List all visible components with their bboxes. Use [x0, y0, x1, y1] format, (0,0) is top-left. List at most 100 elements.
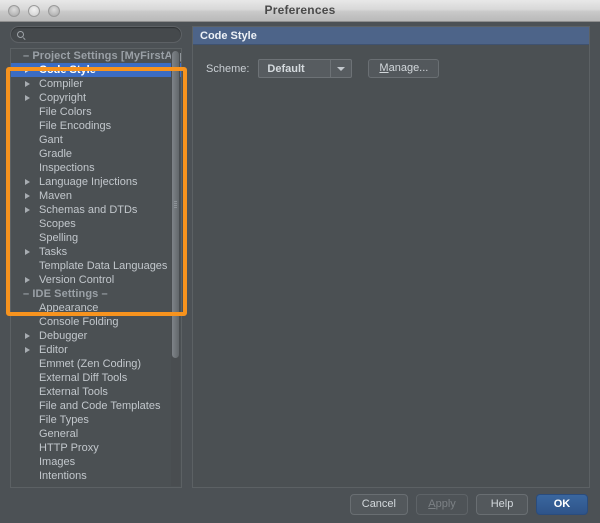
- sidebar-item-external-diff-tools[interactable]: External Diff Tools: [11, 371, 181, 385]
- sidebar-item-label: Editor: [39, 344, 68, 356]
- sidebar-item-http-proxy[interactable]: HTTP Proxy: [11, 441, 181, 455]
- sidebar-item-maven[interactable]: Maven: [11, 189, 181, 203]
- sidebar-item-editor[interactable]: Editor: [11, 343, 181, 357]
- sidebar-item-label: External Tools: [39, 386, 108, 398]
- tree-group-header: – Project Settings [MyFirstApp] –: [11, 49, 181, 63]
- settings-tree-panel: – Project Settings [MyFirstApp] – Code St…: [10, 48, 182, 488]
- settings-detail-panel: Code Style Scheme: Default Manage...: [192, 26, 590, 488]
- sidebar-item-inspections[interactable]: Inspections: [11, 161, 181, 175]
- sidebar-item-label: File Types: [39, 414, 89, 426]
- sidebar-item-external-tools[interactable]: External Tools: [11, 385, 181, 399]
- sidebar-item-label: Copyright: [39, 92, 87, 104]
- settings-sidebar: – Project Settings [MyFirstApp] – Code St…: [10, 26, 182, 488]
- apply-button-label: pply: [435, 498, 456, 510]
- sidebar-item-copyright[interactable]: Copyright: [11, 91, 181, 105]
- sidebar-item-file-colors[interactable]: File Colors: [11, 105, 181, 119]
- cancel-button[interactable]: Cancel: [349, 494, 408, 515]
- dialog-buttons: Cancel Apply Help OK: [349, 494, 588, 515]
- ok-button[interactable]: OK: [536, 494, 588, 515]
- sidebar-item-label: Images: [39, 456, 76, 468]
- manage-button-mnemonic: M: [379, 62, 389, 74]
- chevron-down-icon[interactable]: [330, 60, 351, 77]
- sidebar-item-appearance[interactable]: Appearance: [11, 301, 181, 315]
- chevron-right-icon[interactable]: [25, 95, 30, 101]
- sidebar-item-tasks[interactable]: Tasks: [11, 245, 181, 259]
- chevron-right-icon[interactable]: [25, 67, 30, 73]
- scheme-dropdown[interactable]: Default: [258, 59, 353, 78]
- sidebar-item-label: – Project Settings [MyFirstApp] –: [23, 50, 181, 62]
- sidebar-item-file-types[interactable]: File Types: [11, 413, 181, 427]
- sidebar-item-version-control[interactable]: Version Control: [11, 273, 181, 287]
- search-field[interactable]: [10, 26, 182, 44]
- search-icon: [17, 31, 24, 38]
- sidebar-item-language-injections[interactable]: Language Injections: [11, 175, 181, 189]
- sidebar-item-schemas-and-dtds[interactable]: Schemas and DTDs: [11, 203, 181, 217]
- apply-button-mnemonic: A: [428, 498, 436, 510]
- manage-button[interactable]: Manage...: [368, 59, 440, 78]
- sidebar-item-label: File Colors: [39, 106, 92, 118]
- sidebar-item-emmet-zen-coding[interactable]: Emmet (Zen Coding): [11, 357, 181, 371]
- scheme-label: Scheme:: [206, 62, 250, 75]
- scheme-row: Scheme: Default Manage...: [206, 59, 440, 78]
- sidebar-item-scopes[interactable]: Scopes: [11, 217, 181, 231]
- sidebar-item-gant[interactable]: Gant: [11, 133, 181, 147]
- chevron-right-icon[interactable]: [25, 249, 30, 255]
- sidebar-item-gradle[interactable]: Gradle: [11, 147, 181, 161]
- sidebar-item-label: Emmet (Zen Coding): [39, 358, 142, 370]
- sidebar-item-file-encodings[interactable]: File Encodings: [11, 119, 181, 133]
- tree-group-header: – IDE Settings –: [11, 287, 181, 301]
- sidebar-scrollbar-thumb[interactable]: [172, 51, 179, 358]
- sidebar-item-label: Scopes: [39, 218, 76, 230]
- sidebar-item-label: Version Control: [39, 274, 115, 286]
- chevron-right-icon[interactable]: [25, 333, 30, 339]
- settings-tree[interactable]: – Project Settings [MyFirstApp] – Code St…: [11, 49, 181, 487]
- sidebar-item-debugger[interactable]: Debugger: [11, 329, 181, 343]
- panel-header-title: Code Style: [193, 27, 589, 45]
- sidebar-item-label: Schemas and DTDs: [39, 204, 138, 216]
- window-content: – Project Settings [MyFirstApp] – Code St…: [0, 22, 600, 523]
- sidebar-item-label: Debugger: [39, 330, 88, 342]
- sidebar-item-label: Spelling: [39, 232, 79, 244]
- chevron-right-icon[interactable]: [25, 277, 30, 283]
- sidebar-item-label: Gant: [39, 134, 63, 146]
- sidebar-item-label: Maven: [39, 190, 73, 202]
- manage-button-label: anage...: [388, 62, 429, 74]
- sidebar-item-label: File and Code Templates: [39, 400, 161, 412]
- sidebar-item-label: Intentions: [39, 470, 87, 482]
- sidebar-item-console-folding[interactable]: Console Folding: [11, 315, 181, 329]
- sidebar-item-label: File Encodings: [39, 120, 112, 132]
- sidebar-item-label: External Diff Tools: [39, 372, 128, 384]
- chevron-right-icon[interactable]: [25, 193, 30, 199]
- sidebar-scrollbar[interactable]: [171, 50, 180, 486]
- sidebar-item-label: Language Injections: [39, 176, 138, 188]
- sidebar-item-label: Console Folding: [39, 316, 119, 328]
- sidebar-item-label: Tasks: [39, 246, 68, 258]
- sidebar-item-label: Inspections: [39, 162, 95, 174]
- title-bar: Preferences: [0, 0, 600, 22]
- chevron-right-icon[interactable]: [25, 81, 30, 87]
- sidebar-item-label: Template Data Languages: [39, 260, 168, 272]
- sidebar-item-label: General: [39, 428, 79, 440]
- sidebar-item-label: HTTP Proxy: [39, 442, 99, 454]
- sidebar-item-label: Code Style: [39, 64, 96, 76]
- sidebar-item-label: Compiler: [39, 78, 84, 90]
- help-button[interactable]: Help: [476, 494, 528, 515]
- chevron-right-icon[interactable]: [25, 207, 30, 213]
- sidebar-item-file-and-code-templates[interactable]: File and Code Templates: [11, 399, 181, 413]
- sidebar-item-code-style[interactable]: Code Style: [11, 63, 181, 77]
- sidebar-item-spelling[interactable]: Spelling: [11, 231, 181, 245]
- sidebar-item-label: – IDE Settings –: [23, 288, 108, 300]
- search-input[interactable]: [28, 27, 175, 44]
- preferences-window: Preferences – Project Settings [MyFirstA…: [0, 0, 600, 523]
- apply-button: Apply: [416, 494, 468, 515]
- sidebar-item-label: Appearance: [39, 302, 99, 314]
- scheme-dropdown-value: Default: [267, 62, 305, 75]
- chevron-right-icon[interactable]: [25, 347, 30, 353]
- sidebar-item-general[interactable]: General: [11, 427, 181, 441]
- sidebar-item-label: Gradle: [39, 148, 73, 160]
- chevron-right-icon[interactable]: [25, 179, 30, 185]
- sidebar-item-intentions[interactable]: Intentions: [11, 469, 181, 483]
- sidebar-item-template-data-languages[interactable]: Template Data Languages: [11, 259, 181, 273]
- sidebar-item-compiler[interactable]: Compiler: [11, 77, 181, 91]
- sidebar-item-images[interactable]: Images: [11, 455, 181, 469]
